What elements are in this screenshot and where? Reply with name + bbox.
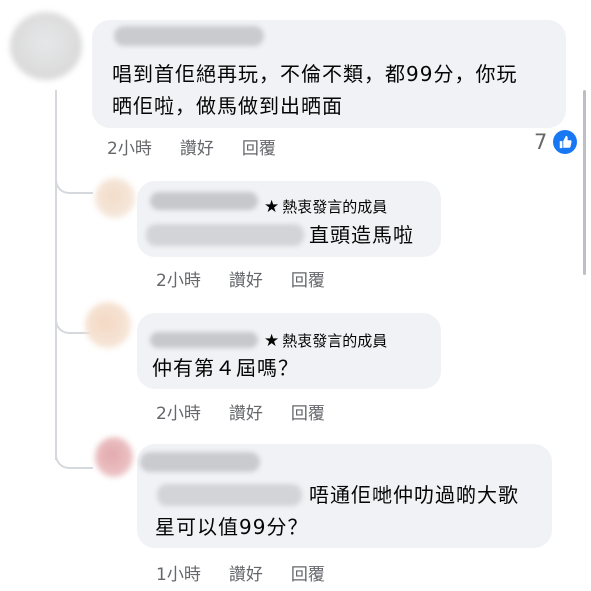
member-badge: ★ 熱衷發言的成員 [264,330,387,351]
mention-redacted[interactable] [146,224,304,246]
reply-button[interactable]: 回覆 [291,560,325,585]
reaction-summary[interactable]: 7 [534,130,578,154]
timestamp: 1小時 [156,565,201,585]
author-name-redacted[interactable] [114,26,264,46]
avatar[interactable] [95,437,133,477]
reply-button[interactable]: 回覆 [291,399,325,424]
like-button[interactable]: 讚好 [229,560,263,585]
comment-actions: 1小時 讚好 回覆 [156,560,325,585]
thread-branch [55,435,93,469]
thread-branch [55,160,93,194]
like-button[interactable]: 讚好 [229,266,263,291]
like-button[interactable]: 讚好 [180,134,214,159]
avatar[interactable] [85,302,131,348]
comment-text: 唱到首佢絕再玩，不倫不類，都99分，你玩 晒佢啦，做馬做到出晒面 [112,62,518,118]
author-name-redacted[interactable] [140,452,260,472]
reply-button[interactable]: 回覆 [291,266,325,291]
author-name-redacted[interactable] [150,192,258,210]
author-name-redacted[interactable] [150,332,258,348]
member-badge: ★ 熱衷發言的成員 [264,196,387,217]
star-icon: ★ [264,330,280,351]
like-button[interactable]: 讚好 [229,399,263,424]
comment-text: 唔通佢哋仲叻過啲大歌 星可以值99分？ [155,483,519,539]
like-icon [553,130,578,154]
comment-text: 仲有第４屆嗎？ [152,356,299,380]
avatar[interactable] [10,12,82,80]
reply-button[interactable]: 回覆 [242,134,276,159]
timestamp: 2小時 [107,139,152,159]
reaction-count: 7 [534,130,548,154]
star-icon: ★ [264,196,280,217]
timestamp: 2小時 [156,271,201,291]
badge-label: 熱衷發言的成員 [282,198,388,216]
comment-actions: 2小時 讚好 回覆 [156,399,325,424]
comment-text: 直頭造馬啦 [309,223,414,247]
avatar[interactable] [95,178,135,218]
badge-label: 熱衷發言的成員 [282,332,388,350]
comment-actions: 2小時 讚好 回覆 [107,134,276,159]
timestamp: 2小時 [156,404,201,424]
scrollbar[interactable] [583,90,586,275]
thread-line [55,90,57,460]
comment-actions: 2小時 讚好 回覆 [156,266,325,291]
